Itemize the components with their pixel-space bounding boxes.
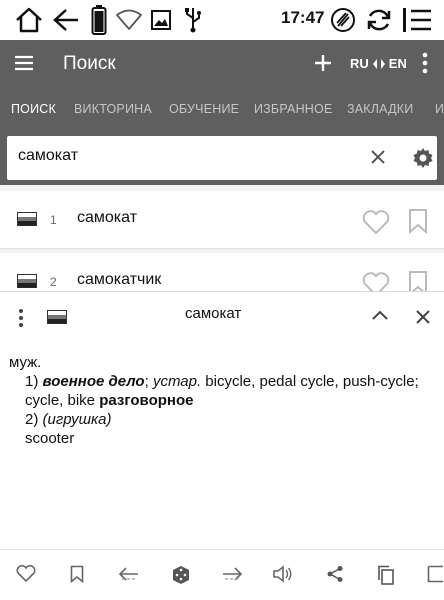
page-title: Поиск: [63, 53, 116, 74]
domain-label: военное дело: [42, 373, 145, 390]
language-switch-button[interactable]: RU EN: [350, 56, 407, 71]
list-menu-icon[interactable]: [402, 7, 432, 33]
bottom-toolbar: [0, 549, 444, 600]
copy-icon[interactable]: [377, 565, 395, 585]
sense-2: 2) (игрушка): [9, 410, 435, 429]
sense-number: 2): [25, 411, 39, 428]
results-list: 1 самокат 2 самокатчик: [0, 185, 444, 291]
search-bar: [0, 132, 444, 185]
chevron-up-icon[interactable]: [371, 309, 389, 321]
definition-header: самокат: [0, 292, 444, 340]
gender-label: муж.: [9, 354, 42, 371]
definition-title: самокат: [185, 305, 242, 322]
close-icon[interactable]: [415, 309, 431, 325]
note-label: (игрушка): [42, 411, 112, 428]
style-label: разговорное: [99, 392, 194, 409]
definition-text: муж. 1) военное дело; устар. bicycle, pe…: [9, 353, 435, 448]
register-label: устар.: [152, 373, 202, 390]
next-arrow-icon[interactable]: [221, 565, 243, 583]
add-icon[interactable]: [312, 52, 334, 74]
heart-icon[interactable]: [362, 209, 390, 235]
translation-text: scooter: [25, 430, 75, 447]
clear-icon[interactable]: [369, 148, 387, 166]
sense-1: 1) военное дело; устар. bicycle, pedal c…: [25, 373, 419, 409]
tab-bookmarks[interactable]: ЗАКЛАДКИ: [347, 102, 413, 116]
list-item[interactable]: 2 самокатчик: [0, 253, 444, 291]
lang-from: RU: [350, 56, 369, 71]
more-vert-icon[interactable]: [421, 52, 429, 74]
list-item[interactable]: 1 самокат: [0, 191, 444, 249]
heart-icon[interactable]: [362, 271, 390, 291]
swap-arrows-icon: [372, 58, 386, 70]
flag-icon: [47, 310, 67, 324]
back-arrow-icon[interactable]: [52, 7, 80, 33]
tab-bar: ПОИСК ВИКТОРИНА ОБУЧЕНИЕ ИЗБРАННОЕ ЗАКЛА…: [0, 88, 444, 132]
battery-icon: [91, 5, 107, 35]
app-toolbar: Поиск RU EN: [0, 40, 444, 88]
result-number: 2: [50, 275, 57, 289]
tab-favorites[interactable]: ИЗБРАННОЕ: [254, 102, 333, 116]
bookmark-icon[interactable]: [408, 208, 428, 234]
flag-icon: [17, 212, 37, 226]
image-icon: [150, 9, 172, 31]
tab-learning[interactable]: ОБУЧЕНИЕ: [169, 102, 239, 116]
refresh-icon[interactable]: [365, 6, 393, 34]
gear-icon[interactable]: [412, 147, 434, 169]
search-input[interactable]: [18, 147, 318, 165]
share-icon[interactable]: [326, 565, 344, 583]
tab-history[interactable]: И: [435, 102, 444, 116]
prev-arrow-icon[interactable]: [118, 565, 140, 583]
dice-icon[interactable]: [171, 565, 191, 585]
sense-number: 1): [25, 373, 39, 390]
definition-panel: самокат муж. 1) военное дело; устар. bic…: [0, 291, 444, 549]
result-word: самокатчик: [77, 271, 162, 288]
result-word: самокат: [77, 209, 138, 226]
bookmark-icon[interactable]: [408, 270, 428, 291]
lang-to: EN: [388, 56, 407, 71]
flag-icon: [17, 274, 37, 288]
home-icon[interactable]: [14, 6, 44, 34]
tab-quiz[interactable]: ВИКТОРИНА: [74, 102, 152, 116]
clean-icon[interactable]: [330, 6, 356, 34]
hamburger-menu-icon[interactable]: [14, 54, 34, 72]
clock-time: 17:47: [281, 8, 325, 27]
status-bar: 17:47: [0, 0, 444, 40]
tab-search[interactable]: ПОИСК: [11, 102, 56, 116]
page-icon[interactable]: [427, 565, 444, 583]
heart-icon[interactable]: [16, 565, 36, 583]
usb-icon: [183, 6, 203, 34]
wifi-icon: [115, 9, 143, 31]
more-vert-icon[interactable]: [17, 308, 25, 328]
result-number: 1: [50, 213, 57, 227]
search-box: [7, 136, 437, 180]
speaker-icon[interactable]: [272, 565, 294, 583]
bookmark-icon[interactable]: [70, 565, 84, 583]
